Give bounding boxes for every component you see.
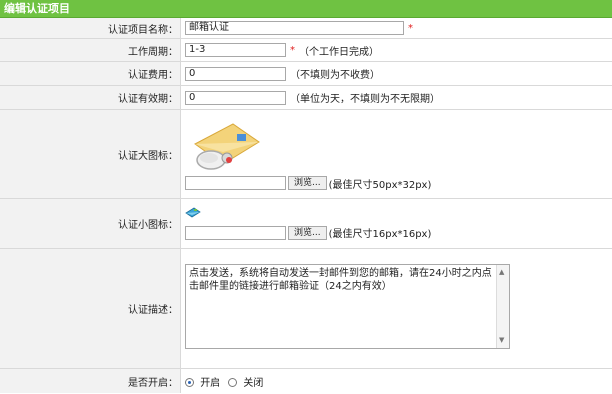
row-period: 工作周期： 1-3 * （个工作日完成）	[0, 39, 612, 62]
radio-unselected-icon[interactable]	[228, 378, 238, 387]
radio-selected-icon[interactable]	[185, 378, 194, 387]
label-fee: 认证费用：	[0, 62, 181, 85]
small-icon-browse-button[interactable]: 浏览...	[288, 225, 327, 240]
small-email-icon	[185, 207, 201, 219]
fee-hint: （不填则为不收费）	[290, 70, 380, 81]
label-enabled: 是否开启：	[0, 369, 181, 393]
large-icon-file-input[interactable]	[185, 176, 286, 190]
description-textarea[interactable]: 点击发送，系统将自动发送一封邮件到您的邮箱，请在24小时之内点击邮件里的链接进行…	[185, 264, 510, 349]
required-mark: *	[408, 22, 413, 34]
row-large-icon: 认证大图标： 浏览... (最佳尺寸50px*32px)	[0, 110, 612, 199]
label-small-icon: 认证小图标：	[0, 199, 181, 248]
textarea-scrollbar[interactable]: ▲ ▼	[496, 265, 509, 348]
large-icon-browse-button[interactable]: 浏览...	[288, 176, 327, 190]
name-input[interactable]: 邮箱认证	[185, 21, 404, 35]
form-header: 编辑认证项目	[0, 0, 612, 18]
required-mark: *	[290, 44, 295, 56]
scroll-up-arrow-icon[interactable]: ▲	[499, 266, 504, 279]
label-validity: 认证有效期：	[0, 86, 181, 109]
validity-hint: （单位为天，不填则为不无限期）	[290, 94, 440, 105]
form-title: 编辑认证项目	[4, 2, 70, 15]
label-name: 认证项目名称：	[0, 18, 181, 38]
validity-input[interactable]: 0	[185, 90, 286, 105]
small-icon-file-input[interactable]	[185, 225, 286, 240]
row-name: 认证项目名称： 邮箱认证 *	[0, 18, 612, 39]
large-icon-hint: (最佳尺寸50px*32px)	[328, 179, 432, 191]
period-hint: （个工作日完成）	[299, 46, 379, 58]
row-description: 认证描述： 点击发送，系统将自动发送一封邮件到您的邮箱，请在24小时之内点击邮件…	[0, 249, 612, 369]
label-large-icon: 认证大图标：	[0, 110, 181, 198]
label-description: 认证描述：	[0, 249, 181, 368]
fee-input[interactable]: 0	[185, 66, 286, 81]
radio-disable-label: 关闭	[243, 377, 264, 389]
radio-disable[interactable]: 关闭	[228, 374, 263, 389]
scroll-down-arrow-icon[interactable]: ▼	[499, 334, 504, 347]
description-text: 点击发送，系统将自动发送一封邮件到您的邮箱，请在24小时之内点击邮件里的链接进行…	[189, 268, 492, 292]
row-fee: 认证费用： 0 （不填则为不收费）	[0, 62, 612, 86]
radio-enable[interactable]: 开启	[185, 374, 220, 389]
period-input[interactable]: 1-3	[185, 43, 286, 57]
small-icon-hint: (最佳尺寸16px*16px)	[328, 229, 432, 240]
row-enabled: 是否开启： 开启 关闭	[0, 369, 612, 393]
row-small-icon: 认证小图标： 浏览... (最佳尺寸16px*16px)	[0, 199, 612, 249]
email-envelope-magnifier-icon	[185, 118, 265, 174]
label-period: 工作周期：	[0, 39, 181, 61]
radio-enable-label: 开启	[200, 377, 221, 389]
row-validity: 认证有效期： 0 （单位为天，不填则为不无限期）	[0, 86, 612, 110]
